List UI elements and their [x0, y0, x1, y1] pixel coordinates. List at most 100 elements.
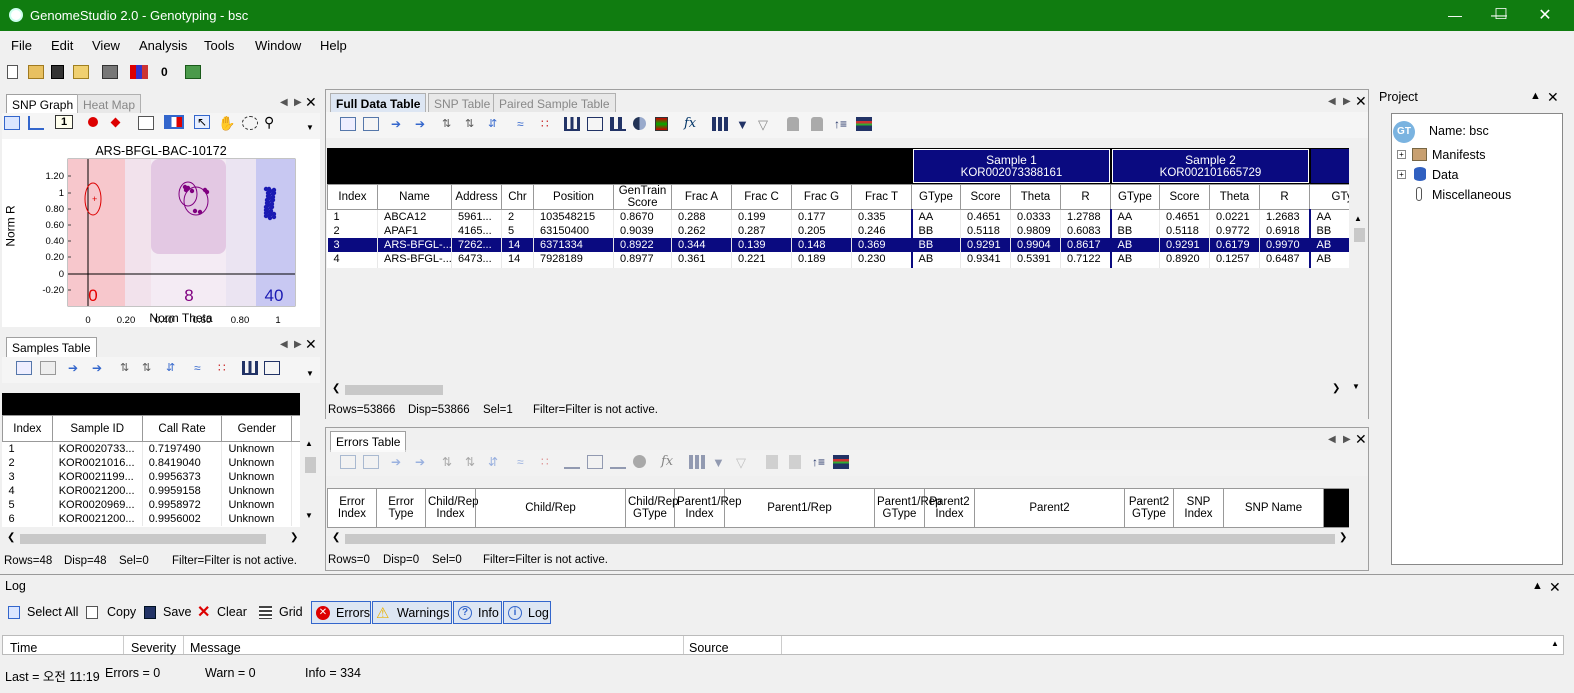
unhide-icon[interactable]	[363, 117, 379, 131]
bar-chart-icon[interactable]	[610, 455, 626, 469]
color-map-icon[interactable]	[164, 115, 184, 129]
az-sort-icon[interactable]: ⇅	[120, 361, 136, 375]
col-header[interactable]: Parent2	[974, 488, 1125, 528]
minimize-icon[interactable]: —	[1432, 0, 1478, 31]
tab-snp-graph[interactable]: SNP Graph	[6, 94, 80, 115]
sort-desc-icon[interactable]: ➔	[92, 361, 108, 375]
color-columns-icon[interactable]	[833, 455, 849, 469]
table-row[interactable]: 3 KOR0021199... 0.9956373 Unknown	[2, 469, 300, 484]
warnings-filter-button[interactable]: ⚠ Warnings	[372, 601, 452, 624]
tab-heat-map[interactable]: Heat Map	[77, 94, 142, 115]
table-row[interactable]: 4 KOR0021200... 0.9959158 Unknown	[2, 483, 300, 498]
col-header[interactable]: Parent1/Rep	[724, 488, 875, 528]
box-plot-icon[interactable]	[264, 361, 280, 375]
save-icon[interactable]	[51, 65, 64, 79]
unhide-icon[interactable]	[363, 455, 379, 469]
edit-columns-icon[interactable]	[340, 455, 356, 469]
col-header[interactable]: Index	[327, 184, 378, 210]
open-folder-icon[interactable]	[28, 65, 44, 79]
sort-asc-icon[interactable]: ➔	[391, 455, 407, 469]
new-file-icon[interactable]	[7, 65, 18, 79]
col-source[interactable]: Source	[689, 641, 729, 655]
col-header[interactable]: Parent2 GType	[1124, 488, 1174, 528]
tab-samples-table[interactable]: Samples Table	[6, 337, 97, 358]
polar-plot-icon[interactable]	[28, 116, 44, 130]
col-header[interactable]: GType	[1309, 184, 1349, 210]
samples-vscroll[interactable]: ▲ ▼	[301, 415, 320, 527]
tab-right-icon[interactable]: ▶	[1343, 96, 1351, 107]
grid-button[interactable]: Grid	[279, 605, 303, 619]
col-header[interactable]: R	[1060, 184, 1111, 210]
info-filter-button[interactable]: ? Info	[453, 601, 502, 624]
save-button[interactable]: Save	[163, 605, 192, 619]
bar-chart-icon[interactable]	[610, 117, 626, 131]
table-row[interactable]: 3 ARS-BFGL-... 7262... 14 6371334 0.8922 0.344…	[327, 237, 1349, 252]
report-icon[interactable]	[102, 65, 118, 79]
line-plot-icon[interactable]: ≈	[517, 117, 533, 131]
sort-asc-icon[interactable]: ➔	[68, 361, 84, 375]
col-header[interactable]: Error Type	[376, 488, 426, 528]
tree-item-manifests[interactable]: Manifests	[1432, 148, 1486, 162]
toolbar-overflow-icon[interactable]: ▼	[306, 369, 322, 383]
select-all-button[interactable]: Select All	[27, 605, 78, 619]
formula-icon[interactable]: fx	[684, 116, 700, 131]
tab-right-icon[interactable]: ▶	[294, 97, 302, 108]
col-message[interactable]: Message	[190, 641, 241, 655]
sort-asc-icon[interactable]: ➔	[391, 117, 407, 131]
col-header[interactable]: Parent1/Rep Index	[674, 488, 742, 528]
pin-panel-icon[interactable]: ▲	[1530, 90, 1541, 102]
log-grid[interactable]: Time Severity Message Source ▲	[2, 635, 1564, 655]
line-plot-icon[interactable]: ≈	[194, 361, 210, 375]
close-panel-icon[interactable]: ✕	[305, 336, 317, 353]
za-sort-icon[interactable]: ⇅	[465, 117, 481, 131]
log-filter-button[interactable]: i Log	[503, 601, 551, 624]
snp-plot-area[interactable]: ARS-BFGL-BAC-10172 1.20 1 0.80 0.60 0.40 0.20…	[2, 139, 320, 327]
table-row[interactable]: 5ARS-BFGL-...2266...14318197430.77090.35…	[327, 265, 1349, 268]
edit-columns-icon[interactable]	[340, 117, 356, 131]
maximize-icon[interactable]: ☐	[1478, 0, 1524, 31]
table-row[interactable]: 1 KOR0020733... 0.7197490 Unknown	[2, 441, 300, 456]
zoom-icon[interactable]: ⚲	[264, 115, 280, 129]
scroll-thumb[interactable]	[20, 534, 266, 544]
col-call-rate[interactable]: Call Rate	[141, 415, 223, 442]
red-dot-icon[interactable]	[88, 117, 98, 127]
tab-left-icon[interactable]: ◀	[1328, 434, 1336, 445]
col-header[interactable]: Score	[1159, 184, 1210, 210]
col-header[interactable]: Child/Rep GType	[625, 488, 679, 528]
col-header[interactable]: Position	[533, 184, 614, 210]
sort-desc-icon[interactable]: ➔	[415, 455, 431, 469]
col-header[interactable]: Parent2 Index	[924, 488, 975, 528]
sort-desc-icon[interactable]: ➔	[415, 117, 431, 131]
col-header[interactable]: Frac A	[671, 184, 732, 210]
menu-edit[interactable]: Edit	[51, 38, 73, 53]
expand-data-icon[interactable]: +	[1397, 170, 1406, 179]
col-header[interactable]: Frac G	[791, 184, 852, 210]
scroll-thumb[interactable]	[1354, 228, 1365, 242]
unlock-icon[interactable]	[811, 117, 823, 131]
box-plot-icon[interactable]	[587, 117, 603, 131]
tab-left-icon[interactable]: ◀	[1328, 96, 1336, 107]
columns-icon[interactable]	[689, 455, 705, 469]
za-sort-icon[interactable]: ⇅	[142, 361, 158, 375]
pan-hand-icon[interactable]: ✋	[218, 116, 235, 130]
col-header[interactable]: Frac C	[731, 184, 792, 210]
formula-icon[interactable]: fx	[661, 454, 677, 469]
col-header[interactable]: Frac T	[851, 184, 912, 210]
table-row[interactable]: 2 KOR0021016... 0.8419040 Unknown	[2, 455, 300, 470]
heatmap-icon[interactable]	[655, 117, 668, 131]
col-header[interactable]: Address	[451, 184, 502, 210]
table-row[interactable]: 5 KOR0020969... 0.9958972 Unknown	[2, 497, 300, 512]
col-header[interactable]: Child/Rep Index	[425, 488, 479, 528]
errors-filter-button[interactable]: ✕ Errors	[311, 601, 371, 624]
pin-icon[interactable]: ↑≡	[812, 455, 828, 469]
col-header[interactable]: GType	[911, 184, 961, 210]
scroll-thumb[interactable]	[345, 385, 443, 395]
menu-window[interactable]: Window	[255, 38, 301, 53]
tree-item-miscellaneous[interactable]: Miscellaneous	[1432, 188, 1511, 202]
diamond-icon[interactable]	[110, 117, 121, 128]
table-row[interactable]: 2 APAF1 4165... 5 63150400 0.9039 0.262 0.287 0.…	[327, 223, 1349, 238]
col-header[interactable]: SNP Index	[1173, 488, 1224, 528]
col-header[interactable]: Child/Rep	[475, 488, 626, 528]
menu-tools[interactable]: Tools	[204, 38, 234, 53]
close-window-icon[interactable]: ✕	[1522, 0, 1568, 31]
